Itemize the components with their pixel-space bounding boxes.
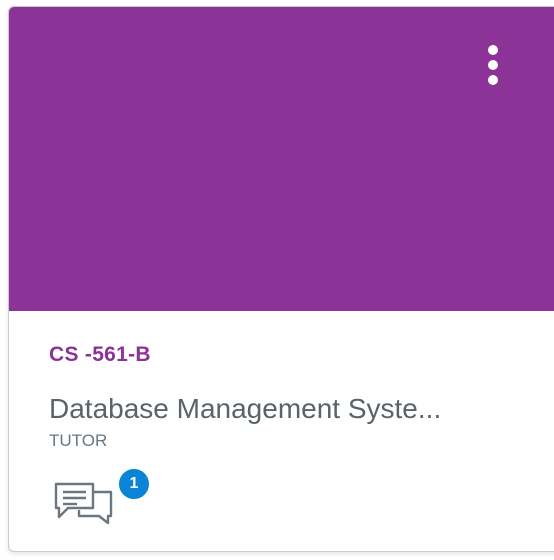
discussions-link[interactable]: 1: [49, 453, 151, 529]
course-card-hero[interactable]: [9, 7, 554, 311]
kebab-vertical-icon: [488, 75, 498, 85]
discussion-icon: [54, 482, 113, 525]
course-card-body: CS -561-B Database Management Syste... T…: [9, 311, 554, 551]
course-options-menu-button[interactable]: [475, 33, 511, 97]
kebab-vertical-icon: [488, 45, 498, 55]
course-card[interactable]: CS -561-B Database Management Syste... T…: [8, 6, 554, 552]
unread-count-badge: 1: [117, 467, 151, 501]
course-name[interactable]: Database Management Syste...: [49, 393, 441, 425]
course-code[interactable]: CS -561-B: [49, 343, 151, 367]
kebab-vertical-icon: [488, 60, 498, 70]
course-term: TUTOR: [49, 431, 108, 450]
